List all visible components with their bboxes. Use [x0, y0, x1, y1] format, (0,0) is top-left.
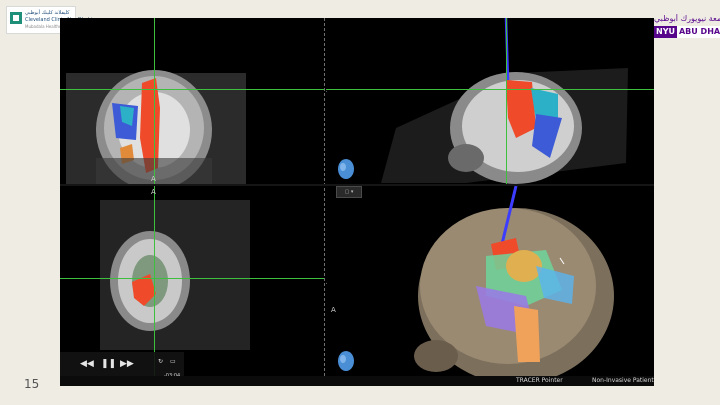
fast-forward-icon[interactable]: ▶▶: [120, 359, 134, 369]
sagittal-brain-image: [381, 18, 628, 184]
crosshair-horizontal: [60, 89, 324, 90]
view-mode-dropdown[interactable]: ▢ ▾: [336, 186, 362, 198]
crosshair-vertical: [154, 186, 155, 376]
sagittal-view-pane[interactable]: R S: [326, 18, 654, 184]
head-orientation-icon[interactable]: [336, 350, 356, 372]
status-bar: TRACER Pointer Non-Invasive Patient: [60, 376, 654, 386]
orientation-label: A: [151, 175, 156, 183]
replay-icon[interactable]: ↻: [158, 357, 163, 367]
nyu-logo-nyu: NYU: [654, 26, 677, 38]
axial-brain-image: [100, 200, 250, 350]
crosshair-horizontal: [326, 89, 654, 90]
orientation-label: R: [326, 86, 327, 94]
clinic-logo-mark-icon: [10, 12, 22, 24]
coronal-view-pane[interactable]: A: [60, 18, 324, 184]
nyu-logo-abu-dhabi: ABU DHABI: [676, 26, 720, 38]
orientation-label: A: [331, 306, 336, 314]
rewind-icon[interactable]: ◀◀: [80, 359, 94, 369]
axial-view-pane[interactable]: A: [60, 186, 324, 376]
coronal-brain-image: [66, 70, 246, 184]
pane-divider[interactable]: [324, 18, 325, 376]
3d-head-rendering: [414, 186, 614, 376]
orientation-label: A: [151, 188, 156, 196]
orientation-label: R: [326, 278, 327, 286]
nyu-logo-arabic: جامعة نيويورك أبوظبي: [654, 14, 720, 23]
crosshair-vertical: [506, 18, 507, 184]
picture-in-picture-icon[interactable]: ▭: [170, 357, 176, 367]
non-invasive-patient-label: Non-Invasive Patient: [592, 377, 654, 384]
clinic-logo-arabic: كليفلاند كلينك أبوظبي: [25, 10, 70, 16]
navigation-software-screen: A R S A: [60, 18, 654, 386]
pause-icon[interactable]: ❚❚: [101, 359, 116, 369]
3d-view-pane[interactable]: R A: [326, 186, 654, 376]
crosshair-vertical: [154, 18, 155, 184]
head-orientation-icon[interactable]: [336, 158, 356, 180]
nyu-logo-english: NYU ABU DHABI: [654, 26, 720, 38]
crosshair-horizontal: [60, 278, 324, 279]
tracer-pointer-label: TRACER Pointer: [516, 377, 563, 384]
slide-number: 15: [24, 377, 40, 391]
nyu-abu-dhabi-logo: جامعة نيويورك أبوظبي NYU ABU DHABI: [654, 14, 720, 42]
